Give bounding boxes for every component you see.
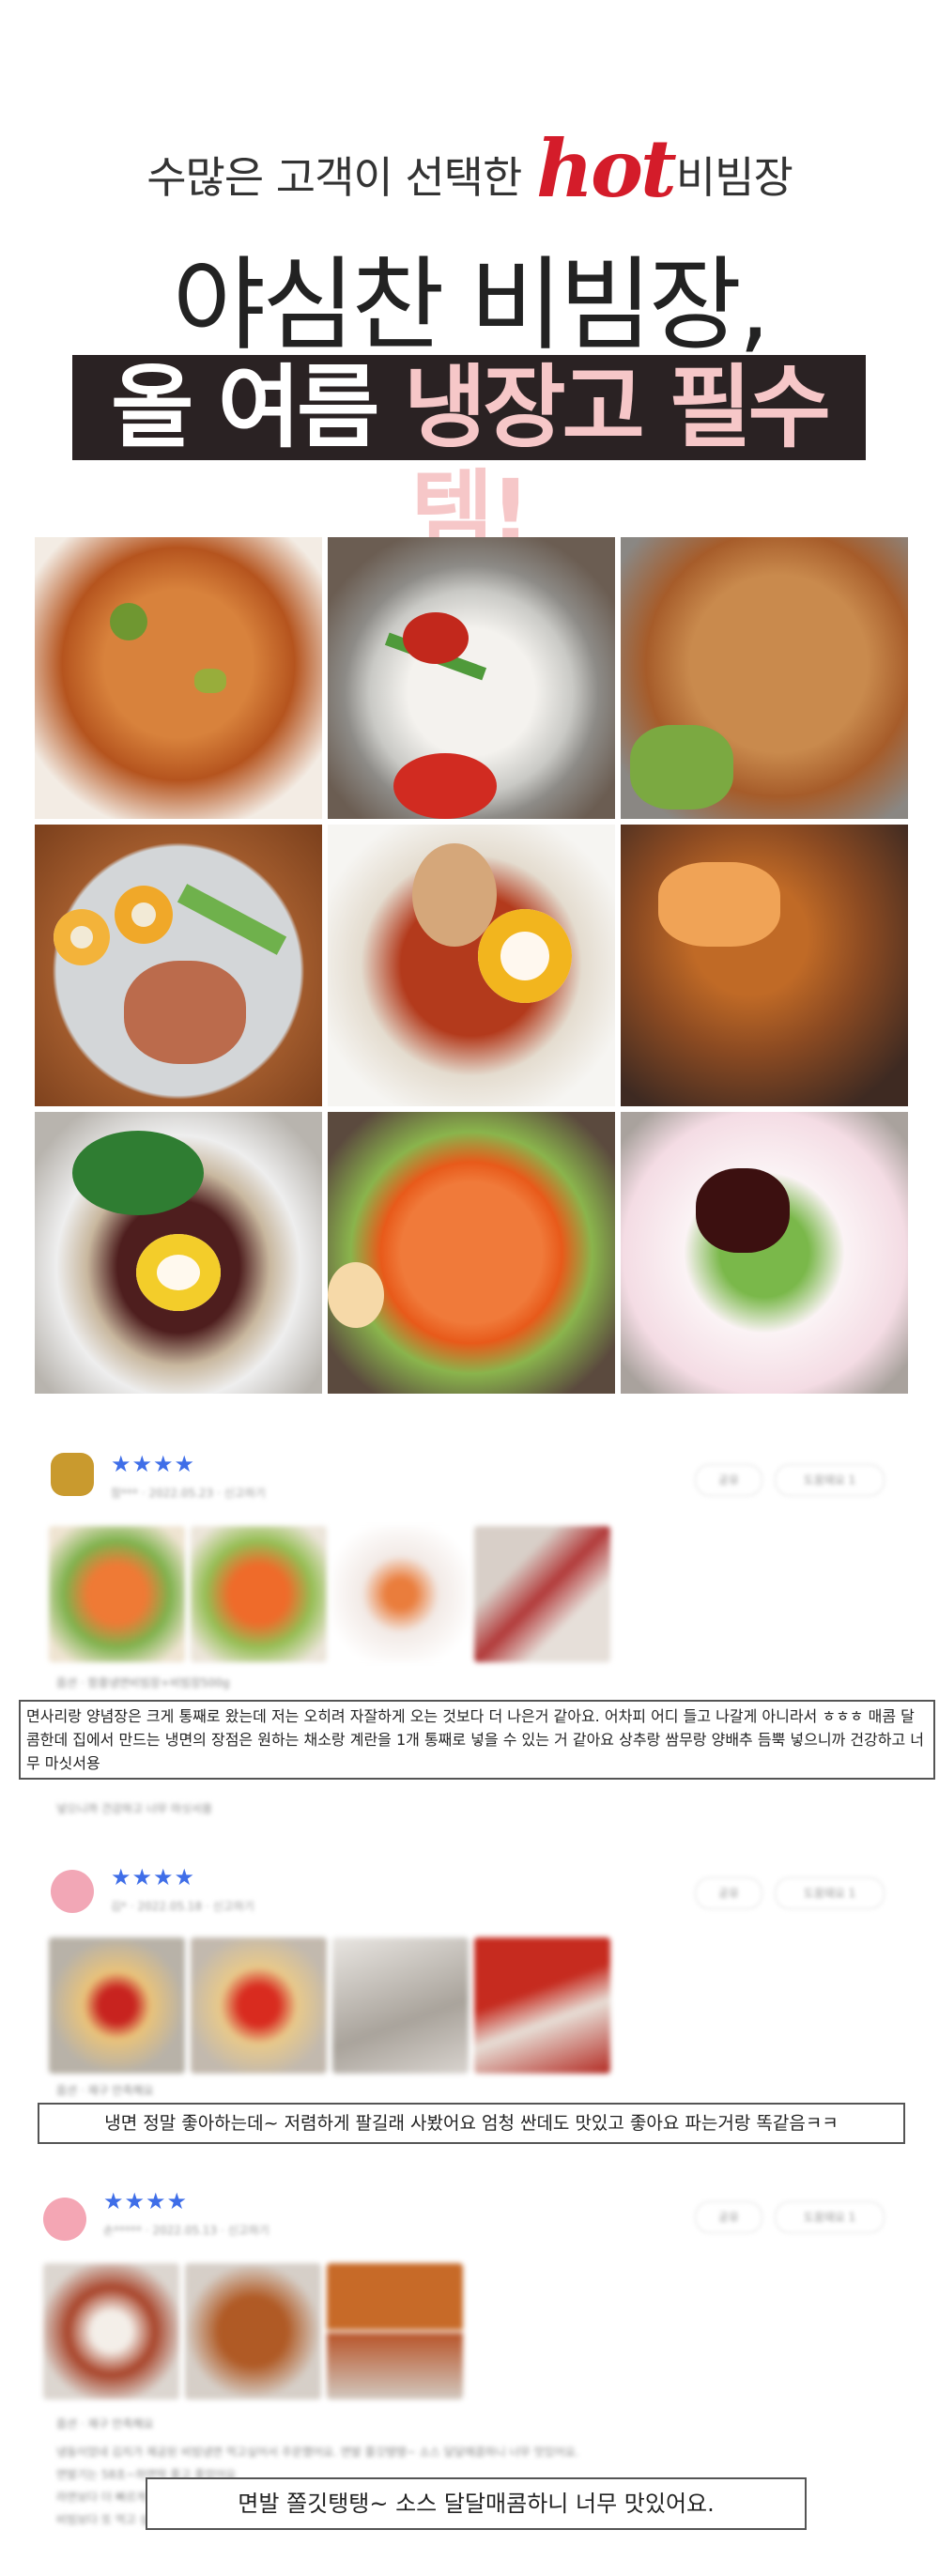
review-thumbnails [49, 1937, 610, 2074]
review-card: ★★★★ 손***** · 2022.05.13 · 신고하기 공유 도움돼요 … [38, 2188, 901, 2573]
review-option: 옵션 · 함흥냉면비빔장+비빔장500g [56, 1676, 230, 1689]
share-button[interactable]: 공유 [695, 1464, 762, 1496]
review-thumbnail[interactable] [43, 2263, 179, 2399]
review-card: ★★★★ 김* · 2022.05.18 · 신고하기 공유 도움돼요 1 옵션… [38, 1864, 905, 2155]
review-thumbnail[interactable] [49, 1937, 185, 2074]
review-thumbnail[interactable] [332, 1937, 469, 2074]
food-photo [35, 825, 322, 1106]
review-text-line: 냉동이었네 김치가 제공된 비빔냉면 먹고싶어서 주문했어요. 면발 쫄깃탱탱~… [56, 2445, 579, 2459]
review-option: 옵션 · 재구 만족해요 [56, 2084, 154, 2097]
star-rating: ★★★★ [103, 2188, 189, 2214]
banner-text: 올 여름 [111, 355, 379, 460]
food-photo [35, 537, 322, 819]
avatar [51, 1870, 94, 1913]
banner-highlight: 냉장고 필수템! [403, 355, 831, 565]
review-text-box: 냉면 정말 좋아하는데~ 저렴하게 팔길래 사봤어요 엄청 싼데도 맛있고 좋아… [38, 2103, 905, 2144]
hero-section: 수많은 고객이 선택한 hot비빔장 야심찬 비빔장, 올 여름 냉장고 필수템… [0, 0, 939, 565]
review-text-overflow: 넣으니까 건강하고 너무 마싯서용 [56, 1802, 213, 1815]
review-thumbnails [49, 1526, 610, 1662]
food-photo [328, 825, 615, 1106]
review-meta: 손***** · 2022.05.13 · 신고하기 [103, 2224, 269, 2237]
food-photo-grid [35, 537, 908, 1394]
star-rating: ★★★★ [111, 1451, 196, 1477]
helpful-button[interactable]: 도움돼요 1 [775, 1464, 885, 1496]
review-thumbnail[interactable] [185, 2263, 321, 2399]
review-text: 면사리랑 양념장은 크게 통째로 왔는데 저는 오히려 자잘하게 오는 것보다 … [26, 1707, 925, 1772]
review-text-box: 면사리랑 양념장은 크게 통째로 왔는데 저는 오히려 자잘하게 오는 것보다 … [19, 1700, 935, 1780]
review-thumbnail[interactable] [332, 1526, 469, 1662]
review-meta: 참*** · 2022.05.23 · 신고하기 [111, 1487, 266, 1500]
hot-logo-text: hot [535, 122, 677, 215]
review-option: 옵션 · 재구 만족해요 [56, 2417, 154, 2430]
helpful-button[interactable]: 도움돼요 1 [775, 1877, 885, 1909]
food-photo [328, 1112, 615, 1394]
review-thumbnail[interactable] [474, 1526, 610, 1662]
avatar [51, 1453, 94, 1496]
review-thumbnail[interactable] [327, 2263, 463, 2399]
review-meta: 김* · 2022.05.18 · 신고하기 [111, 1900, 254, 1913]
food-photo [35, 1112, 322, 1394]
review-text: 면발 쫄깃탱탱~ 소스 달달매콤하니 너무 맛있어요. [238, 2491, 715, 2517]
review-card: ★★★★ 참*** · 2022.05.23 · 신고하기 공유 도움돼요 1 … [19, 1451, 935, 1845]
subtitle-text: 수많은 고객이 선택한 [146, 152, 522, 203]
food-photo [328, 537, 615, 819]
food-photo [621, 537, 908, 819]
share-button[interactable]: 공유 [695, 2201, 762, 2233]
review-thumbnail[interactable] [191, 1937, 327, 2074]
helpful-button[interactable]: 도움돼요 1 [775, 2201, 885, 2233]
avatar [43, 2198, 86, 2241]
review-text: 냉면 정말 좋아하는데~ 저렴하게 팔길래 사봤어요 엄청 싼데도 맛있고 좋아… [104, 2113, 839, 2134]
hero-subtitle: 수많은 고객이 선택한 hot비빔장 [0, 122, 939, 215]
hero-title: 야심찬 비빔장, [172, 247, 771, 364]
food-photo [621, 825, 908, 1106]
star-rating: ★★★★ [111, 1864, 196, 1890]
review-thumbnails [43, 2263, 463, 2399]
review-thumbnail[interactable] [191, 1526, 327, 1662]
food-photo [621, 1112, 908, 1394]
share-button[interactable]: 공유 [695, 1877, 762, 1909]
subtitle-product: 비빔장 [675, 152, 793, 203]
review-thumbnail[interactable] [49, 1526, 185, 1662]
hero-banner: 올 여름 냉장고 필수템! [72, 355, 866, 565]
review-text-box: 면발 쫄깃탱탱~ 소스 달달매콤하니 너무 맛있어요. [146, 2477, 807, 2530]
review-thumbnail[interactable] [474, 1937, 610, 2074]
